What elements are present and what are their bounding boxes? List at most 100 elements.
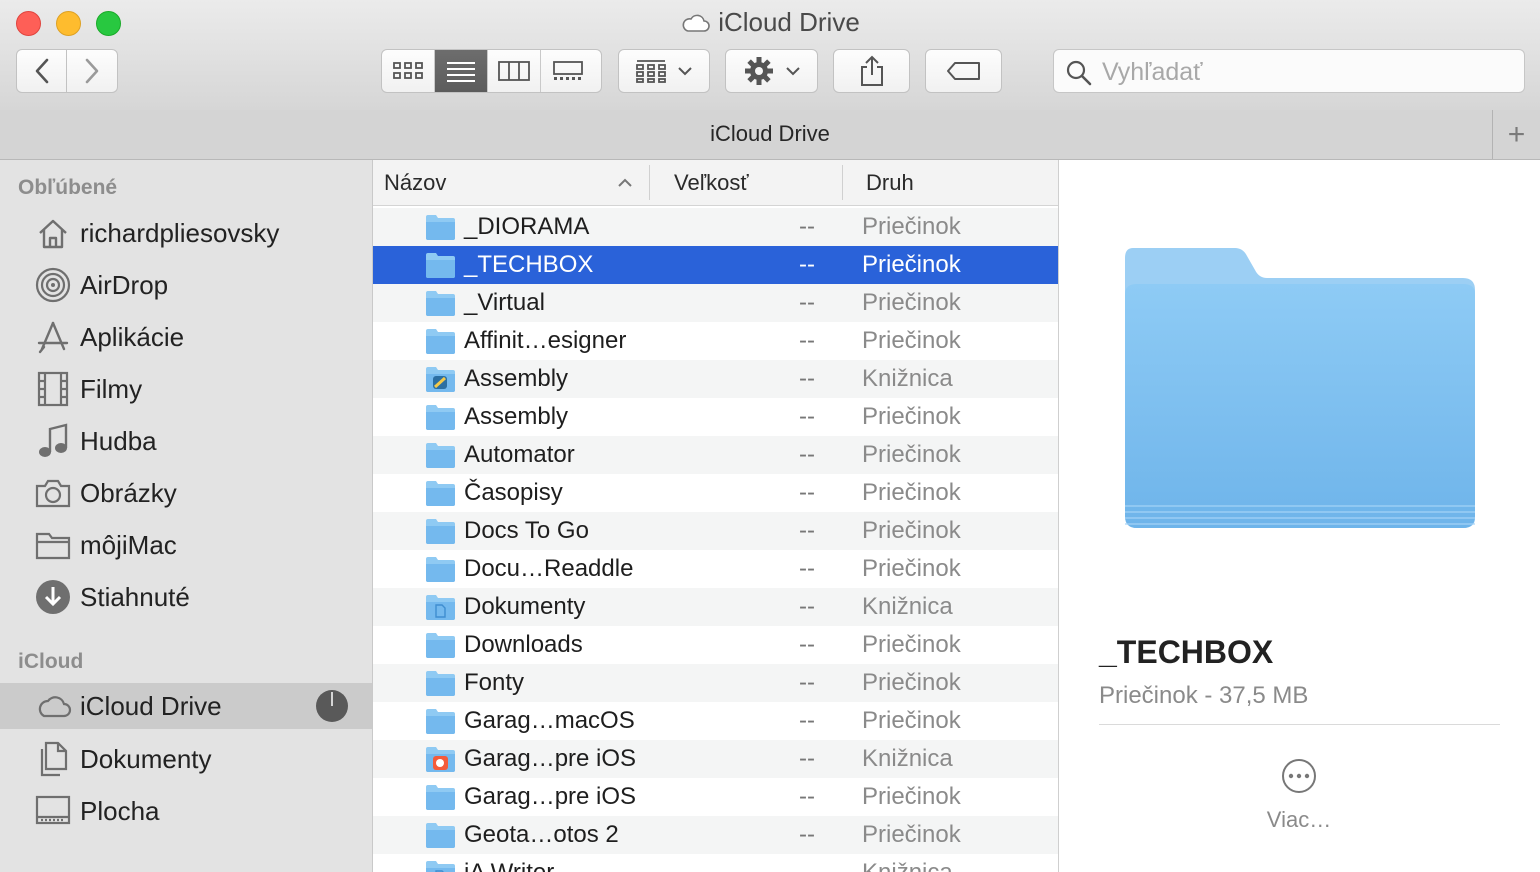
window-title-text: iCloud Drive (718, 7, 860, 37)
table-row[interactable]: iA Writer -- Knižnica (373, 854, 1058, 872)
sidebar-item-documents[interactable]: Dokumenty (0, 737, 372, 781)
sidebar-item-music[interactable]: Hudba (0, 419, 372, 463)
file-name: Downloads (464, 631, 583, 658)
file-kind: Priečinok (862, 707, 961, 734)
gallery-view-button[interactable] (541, 50, 594, 92)
search-input[interactable] (1100, 56, 1514, 88)
table-row[interactable]: Garag…pre iOS -- Priečinok (373, 778, 1058, 816)
file-size: -- (799, 593, 815, 620)
file-size: -- (799, 213, 815, 240)
table-row[interactable]: Časopisy -- Priečinok (373, 474, 1058, 512)
sidebar-item-pictures[interactable]: Obrázky (0, 471, 372, 515)
folder-icon (424, 290, 456, 316)
ellipsis-circle-icon (1282, 759, 1316, 793)
table-row[interactable]: _TECHBOX -- Priečinok (373, 246, 1058, 284)
file-name: Dokumenty (464, 593, 586, 620)
sidebar-item-movies[interactable]: Filmy (0, 367, 372, 411)
sidebar-item-icloud-drive[interactable]: iCloud Drive (0, 683, 372, 729)
list-view-button[interactable] (435, 50, 488, 92)
table-row[interactable]: Garag…macOS -- Priečinok (373, 702, 1058, 740)
sidebar-item-desktop[interactable]: Plocha (0, 789, 372, 833)
file-name: _TECHBOX (464, 251, 594, 278)
table-row[interactable]: Docu…Readdle -- Priečinok (373, 550, 1058, 588)
table-row[interactable]: Dokumenty -- Knižnica (373, 588, 1058, 626)
column-header-size[interactable]: Veľkosť (674, 160, 834, 205)
file-name: Assembly (464, 403, 569, 430)
sidebar-item-downloads[interactable]: Stiahnuté (0, 575, 372, 619)
table-row[interactable]: _Virtual -- Priečinok (373, 284, 1058, 322)
sidebar-item-home[interactable]: richardpliesovsky (0, 211, 372, 255)
add-tab-button[interactable]: + (1492, 110, 1540, 159)
file-size: -- (799, 821, 815, 848)
file-name: Docs To Go (464, 517, 589, 544)
chevron-right-icon (85, 58, 99, 84)
search-field[interactable] (1053, 49, 1525, 93)
folder-preview-icon (1125, 248, 1475, 528)
tag-button[interactable] (925, 49, 1002, 93)
icon-view-button[interactable] (382, 50, 435, 92)
tag-icon (946, 62, 980, 80)
sidebar-item-label: AirDrop (80, 269, 169, 300)
sidebar-item-label: Plocha (80, 795, 160, 826)
storage-progress-icon (316, 690, 348, 722)
column-separator (842, 165, 843, 200)
file-size: -- (799, 251, 815, 278)
airdrop-icon (34, 266, 72, 304)
table-row[interactable]: Docs To Go -- Priečinok (373, 512, 1058, 550)
sidebar-header-favorites: Obľúbené (18, 176, 118, 199)
file-kind: Priečinok (862, 783, 961, 810)
file-kind: Priečinok (862, 327, 961, 354)
table-row[interactable]: _DIORAMA -- Priečinok (373, 208, 1058, 246)
file-size: -- (799, 745, 815, 772)
chevron-down-icon (678, 66, 692, 75)
action-menu-button[interactable] (725, 49, 818, 93)
table-row[interactable]: Assembly -- Priečinok (373, 398, 1058, 436)
preview-pane: _TECHBOX Priečinok - 37,5 MB Viac… (1059, 160, 1540, 872)
sidebar-item-label: Hudba (80, 425, 157, 456)
file-kind: Priečinok (862, 821, 961, 848)
table-row[interactable]: Assembly -- Knižnica (373, 360, 1058, 398)
file-kind: Priečinok (862, 517, 961, 544)
file-name: Časopisy (464, 479, 563, 506)
sidebar-item-applications[interactable]: Aplikácie (0, 315, 372, 359)
back-button[interactable] (16, 49, 67, 93)
file-name: Assembly (464, 365, 569, 392)
folder-icon (424, 252, 456, 278)
share-button[interactable] (833, 49, 910, 93)
sidebar-item-airdrop[interactable]: AirDrop (0, 263, 372, 307)
sidebar-item-label: richardpliesovsky (80, 217, 280, 248)
column-header-name[interactable]: Názov (384, 160, 634, 205)
desktop-icon (34, 792, 72, 830)
file-kind: Priečinok (862, 251, 961, 278)
file-name: Automator (464, 441, 575, 468)
forward-button[interactable] (67, 49, 118, 93)
garageband-library-folder-icon (424, 746, 456, 772)
column-header-kind[interactable]: Druh (866, 160, 1046, 205)
file-size: -- (799, 403, 815, 430)
group-by-button[interactable] (618, 49, 710, 93)
file-name: Fonty (464, 669, 525, 696)
file-name: Docu…Readdle (464, 555, 634, 582)
file-kind: Knižnica (862, 859, 953, 872)
path-title: iCloud Drive (710, 121, 830, 146)
table-row[interactable]: Downloads -- Priečinok (373, 626, 1058, 664)
table-row[interactable]: Garag…pre iOS -- Knižnica (373, 740, 1058, 778)
more-button[interactable]: Viac… (1254, 758, 1344, 838)
table-row[interactable]: Geota…otos 2 -- Priečinok (373, 816, 1058, 854)
cloud-icon (34, 687, 72, 725)
folder-icon (424, 670, 456, 696)
sidebar-item-mojimac[interactable]: môjiMac (0, 523, 372, 567)
table-row[interactable]: Affinit…esigner -- Priečinok (373, 322, 1058, 360)
column-view-icon (498, 61, 530, 81)
file-name: _DIORAMA (464, 213, 590, 240)
sidebar-item-label: Filmy (80, 373, 143, 404)
table-row[interactable]: Fonty -- Priečinok (373, 664, 1058, 702)
file-size: -- (799, 669, 815, 696)
file-kind: Priečinok (862, 441, 961, 468)
film-icon (34, 370, 72, 408)
column-view-button[interactable] (488, 50, 541, 92)
chevron-down-icon (785, 66, 800, 75)
table-row[interactable]: Automator -- Priečinok (373, 436, 1058, 474)
folder-icon (424, 214, 456, 240)
file-name: Garag…macOS (464, 707, 635, 734)
